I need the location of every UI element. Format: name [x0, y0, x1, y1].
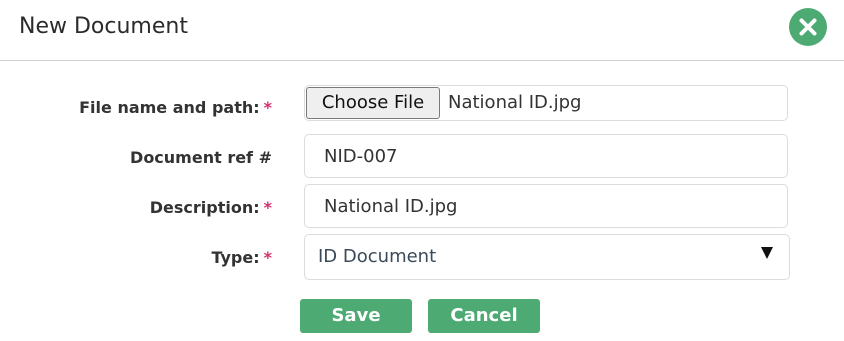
- required-marker: *: [263, 98, 272, 117]
- new-document-dialog: New Document File name and path: * Choose…: [0, 0, 844, 341]
- description-value: National ID.jpg: [324, 196, 458, 217]
- file-label: File name and path: *: [79, 98, 272, 117]
- save-button[interactable]: Save: [300, 299, 412, 333]
- document-ref-label: Document ref #: [130, 148, 272, 167]
- type-label: Type: *: [211, 248, 272, 267]
- type-select[interactable]: ID Document: [304, 234, 790, 280]
- document-ref-value: NID-007: [324, 146, 398, 167]
- close-button[interactable]: [789, 8, 827, 46]
- cancel-button[interactable]: Cancel: [428, 299, 540, 333]
- dropdown-arrow-icon[interactable]: [761, 247, 773, 259]
- required-marker: *: [263, 248, 272, 267]
- required-marker: *: [263, 198, 272, 217]
- dialog-title: New Document: [19, 14, 188, 39]
- type-selected-value: ID Document: [318, 246, 437, 267]
- description-input[interactable]: National ID.jpg: [304, 184, 788, 228]
- choose-file-button[interactable]: Choose File: [306, 87, 440, 119]
- description-label: Description: *: [150, 198, 272, 217]
- close-icon: [799, 18, 817, 36]
- dialog-header: New Document: [0, 0, 844, 61]
- document-ref-label-text: Document ref #: [130, 148, 272, 167]
- selected-file-name: National ID.jpg: [448, 92, 582, 113]
- type-label-text: Type:: [211, 248, 260, 267]
- description-label-text: Description:: [149, 198, 260, 217]
- document-ref-input[interactable]: NID-007: [304, 134, 788, 178]
- file-chooser[interactable]: Choose File National ID.jpg: [304, 85, 788, 121]
- file-label-text: File name and path:: [79, 98, 260, 117]
